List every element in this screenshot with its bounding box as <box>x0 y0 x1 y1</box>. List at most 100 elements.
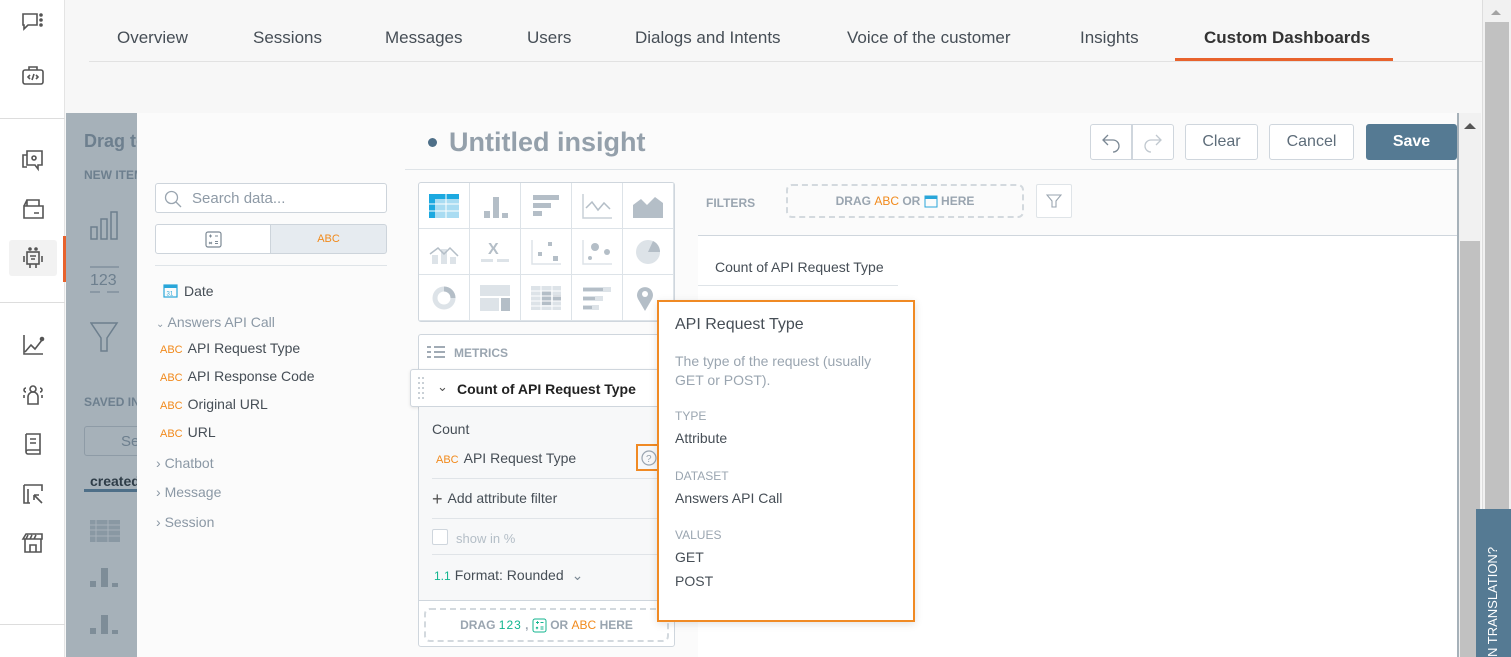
metric-aggregation[interactable]: Count <box>432 421 469 437</box>
viz-area[interactable] <box>623 183 674 229</box>
tab-dialogs-intents[interactable]: Dialogs and Intents <box>635 28 781 48</box>
show-percent-label: show in % <box>456 531 516 546</box>
viz-headline[interactable]: X <box>470 229 521 275</box>
left-rail <box>0 0 66 657</box>
format-dropdown[interactable]: 1.1 Format: Rounded ⌄ <box>434 567 583 584</box>
catalog-group-session[interactable]: › Session <box>156 514 214 530</box>
plus-icon: + <box>432 489 443 509</box>
viz-donut[interactable] <box>419 275 470 321</box>
catalog-group-message[interactable]: › Message <box>156 484 221 500</box>
tooltip-values-label: VALUES <box>675 528 722 542</box>
catalog-item-original-url[interactable]: ABC Original URL <box>160 396 268 412</box>
cancel-button[interactable]: Cancel <box>1269 124 1354 160</box>
store-icon[interactable] <box>16 526 50 560</box>
feedback-side-banner[interactable]: N TRANSLATION? <box>1476 509 1511 657</box>
tooltip-description-2: GET or POST). <box>675 372 771 388</box>
table-column-header[interactable]: Count of API Request Type <box>715 259 884 275</box>
svg-text:X: X <box>488 241 499 258</box>
catalog-group-chatbot[interactable]: › Chatbot <box>156 455 214 471</box>
list-icon <box>427 346 445 358</box>
viz-combo[interactable] <box>419 229 470 275</box>
viz-scatter[interactable] <box>521 229 572 275</box>
viz-line[interactable] <box>572 183 623 229</box>
bg-saved-label: SAVED IN <box>84 395 140 409</box>
filter-configuration-button[interactable] <box>1036 184 1072 218</box>
scroll-up-arrow-icon[interactable] <box>1464 123 1476 129</box>
tooltip-type-value: Attribute <box>675 430 728 446</box>
scatter-plot-icon <box>531 239 561 265</box>
developer-kit-icon[interactable] <box>16 58 50 92</box>
heatmap-icon <box>531 285 561 310</box>
analytics-tabs: Overview Sessions Messages Users Dialogs… <box>89 0 1482 62</box>
viz-pie[interactable] <box>623 229 674 275</box>
rail-divider <box>0 624 65 625</box>
unsaved-indicator <box>428 138 437 147</box>
catalog-item-url[interactable]: ABC URL <box>160 424 216 440</box>
viz-bar[interactable] <box>521 183 572 229</box>
add-attribute-filter-button[interactable]: + Add attribute filter <box>432 489 557 510</box>
tab-messages[interactable]: Messages <box>385 28 462 48</box>
insight-title[interactable]: Untitled insight <box>449 127 645 158</box>
tooltip-type-label: TYPE <box>675 409 707 423</box>
analytics-icon[interactable] <box>16 328 50 362</box>
catalog-group-answers-api-call[interactable]: ⌄ Answers API Call <box>156 314 275 330</box>
tab-overview[interactable]: Overview <box>117 28 188 48</box>
clear-button[interactable]: Clear <box>1185 124 1258 160</box>
metric-item-header[interactable]: ⌄ Count of API Request Type <box>410 369 672 407</box>
kpi-123-icon: 123 <box>90 266 119 293</box>
viz-column[interactable] <box>470 183 521 229</box>
filter-drop-zone[interactable]: DRAG ABC OR HERE <box>786 184 1024 218</box>
visualization-type-picker: X <box>418 182 675 322</box>
chevron-right-icon: › <box>156 484 161 500</box>
drag-handle-icon[interactable] <box>417 376 425 402</box>
tooltip-value-item: GET <box>675 549 704 565</box>
viz-bubble[interactable] <box>572 229 623 275</box>
redo-button[interactable] <box>1132 124 1174 160</box>
search-data-input[interactable]: Search data... <box>155 183 387 213</box>
filter-tab-attributes[interactable]: ABC <box>270 224 387 254</box>
catalog-item-api-request-type[interactable]: ABC API Request Type <box>160 340 300 356</box>
chevron-right-icon: › <box>156 455 161 471</box>
catalog-item-api-response-code[interactable]: ABC API Response Code <box>160 368 314 384</box>
column-chart-icon <box>484 196 508 218</box>
tab-insights[interactable]: Insights <box>1080 28 1139 48</box>
bullet-chart-icon <box>583 286 611 310</box>
show-percent-checkbox[interactable] <box>432 529 448 545</box>
pie-chart-icon <box>636 239 661 264</box>
tab-sessions[interactable]: Sessions <box>253 28 322 48</box>
tooltip-description: The type of the request (usually <box>675 353 872 369</box>
chevron-down-icon[interactable]: ⌄ <box>437 379 448 395</box>
header-divider <box>405 169 1457 170</box>
bg-search-input: Se <box>84 426 144 456</box>
conversation-icon[interactable] <box>16 6 50 40</box>
chatbot-icon[interactable] <box>16 241 50 275</box>
help-icon: ? <box>641 449 657 466</box>
catalog-item-date[interactable]: 31 Date <box>163 283 214 299</box>
filter-tab-measures[interactable] <box>155 224 271 254</box>
layout-cursor-icon[interactable] <box>16 477 50 511</box>
metric-drop-zone[interactable]: DRAG 123 , OR ABC HERE <box>424 608 669 642</box>
undo-icon <box>1102 134 1120 153</box>
guide-book-icon[interactable] <box>16 427 50 461</box>
viz-table[interactable] <box>419 183 470 229</box>
bar-chart-icon <box>90 211 118 240</box>
table-icon <box>90 520 120 542</box>
tab-voice-of-customer[interactable]: Voice of the customer <box>847 28 1010 48</box>
viz-heatmap[interactable] <box>521 275 572 321</box>
column-header-underline <box>698 285 898 286</box>
undo-button[interactable] <box>1090 124 1132 160</box>
viz-bullet[interactable] <box>572 275 623 321</box>
svg-text:?: ? <box>646 454 652 465</box>
area-chart-icon <box>633 196 663 218</box>
chevron-right-icon: › <box>156 514 161 530</box>
calculator-icon <box>532 618 547 632</box>
viz-treemap[interactable] <box>470 275 521 321</box>
users-group-icon[interactable] <box>16 378 50 412</box>
knowledge-chat-icon[interactable] <box>16 143 50 177</box>
scroll-up-arrow-icon[interactable] <box>1491 10 1501 15</box>
inbox-icon[interactable] <box>16 192 50 226</box>
rail-divider <box>0 302 65 303</box>
tab-users[interactable]: Users <box>527 28 571 48</box>
save-button[interactable]: Save <box>1366 124 1457 160</box>
tab-custom-dashboards[interactable]: Custom Dashboards <box>1204 28 1370 48</box>
